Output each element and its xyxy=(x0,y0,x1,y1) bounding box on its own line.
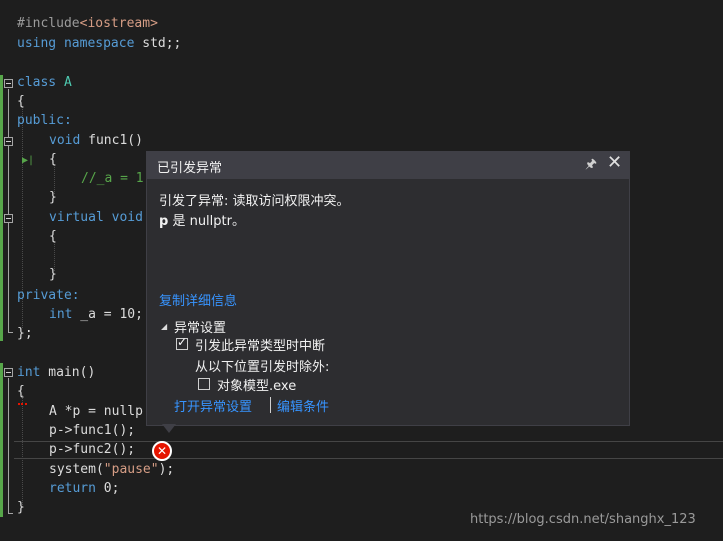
popup-pointer xyxy=(162,424,176,433)
fold-guide xyxy=(8,89,13,333)
code-line-20[interactable]: { xyxy=(17,382,25,401)
code-line-24[interactable]: system("pause"); xyxy=(49,460,174,479)
code-line-22[interactable]: p->func1(); xyxy=(49,421,135,440)
code-line-12[interactable]: { xyxy=(49,227,57,246)
code-line-8[interactable]: { xyxy=(49,150,57,169)
code-line-15[interactable]: private: xyxy=(17,286,80,305)
execution-arrow-icon: ▶| xyxy=(22,155,35,166)
fold-func1-icon[interactable] xyxy=(4,137,13,146)
section-collapse-icon[interactable]: ◢ xyxy=(161,322,167,331)
object-model-checkbox[interactable] xyxy=(198,378,210,390)
pin-icon[interactable]: 🖈 xyxy=(585,155,597,177)
code-line-10[interactable]: } xyxy=(49,188,57,207)
code-line-4[interactable]: class A xyxy=(17,73,72,92)
variable-name: p xyxy=(159,214,169,229)
code-line-5[interactable]: { xyxy=(17,92,25,111)
edit-conditions-link[interactable]: 编辑条件 xyxy=(277,396,329,415)
error-icon[interactable]: ✕ xyxy=(152,441,172,461)
popup-title: 已引发异常 xyxy=(157,161,223,176)
code-line-2[interactable]: using namespace std;; xyxy=(17,34,181,53)
exception-detail: p 是 nullptr。 xyxy=(159,214,245,229)
popup-title-bar[interactable]: 已引发异常 🖈 ✕ xyxy=(147,152,629,179)
code-line-26[interactable]: } xyxy=(17,498,25,517)
code-line-25[interactable]: return 0; xyxy=(49,479,119,498)
link-separator xyxy=(270,397,271,413)
code-line-19[interactable]: int main() xyxy=(17,363,95,382)
code-line-16[interactable]: int _a = 10; xyxy=(49,305,143,324)
fold-func2-icon[interactable] xyxy=(4,214,13,223)
copy-details-link[interactable]: 复制详细信息 xyxy=(159,290,237,309)
code-line-7[interactable]: void func1() xyxy=(49,131,143,150)
code-line-21[interactable]: A *p = nullp xyxy=(49,402,143,421)
break-on-exception-checkbox[interactable] xyxy=(176,335,188,350)
change-indicator-bar xyxy=(0,75,3,341)
exception-settings-header[interactable]: 异常设置 xyxy=(174,317,226,336)
code-line-23[interactable]: p->func2(); xyxy=(49,440,135,459)
change-indicator-bar xyxy=(0,363,3,517)
close-icon[interactable]: ✕ xyxy=(607,152,622,173)
code-line-14[interactable]: } xyxy=(49,265,57,284)
exception-popup: 已引发异常 🖈 ✕ 引发了异常: 读取访问权限冲突。 p 是 nullptr。 … xyxy=(146,151,630,433)
except-from-label: 从以下位置引发时除外: xyxy=(195,360,330,375)
fold-main-icon[interactable] xyxy=(4,368,13,377)
watermark: https://blog.csdn.net/shanghx_123 xyxy=(470,512,696,527)
break-on-exception-label[interactable]: 引发此异常类型时中断 xyxy=(195,335,325,354)
code-line-11[interactable]: virtual void xyxy=(49,208,143,227)
exception-message: 引发了异常: 读取访问权限冲突。 xyxy=(159,194,350,209)
code-line-17[interactable]: }; xyxy=(17,324,33,343)
fold-class-icon[interactable] xyxy=(4,79,13,88)
code-line-9[interactable]: //_a = 1 xyxy=(81,169,144,188)
fold-guide xyxy=(8,378,13,514)
open-exception-settings-link[interactable]: 打开异常设置 xyxy=(174,396,252,415)
code-line-6[interactable]: public: xyxy=(17,111,72,130)
code-line-1[interactable]: #include<iostream> xyxy=(17,14,158,33)
object-model-label[interactable]: 对象模型.exe xyxy=(217,375,296,394)
